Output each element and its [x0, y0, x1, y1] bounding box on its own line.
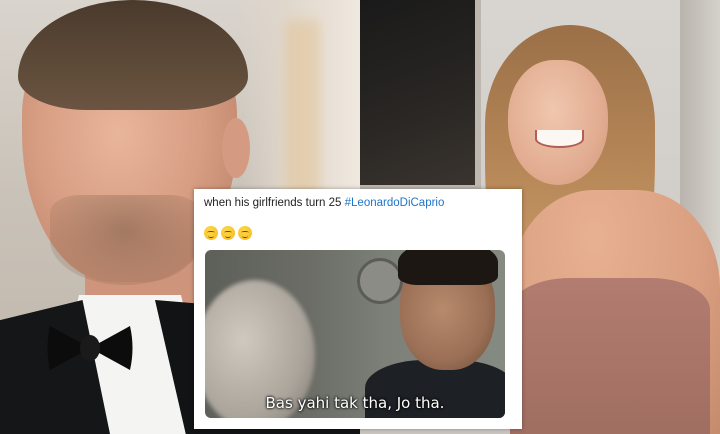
photo-collage: when his girlfriends turn 25 #LeonardoDi… — [0, 0, 720, 434]
woman-dress — [510, 278, 710, 434]
man-ear — [222, 118, 250, 178]
woman-smile — [535, 130, 584, 148]
tweet-hashtag[interactable]: #LeonardoDiCaprio — [345, 197, 445, 209]
man-hair — [18, 0, 248, 110]
tweet-body: when his girlfriends turn 25 — [204, 197, 342, 209]
wall-clock — [357, 258, 403, 304]
man-stubble — [50, 195, 200, 285]
emoji-row — [204, 226, 252, 240]
meme-caption: Bas yahi tak tha, Jo tha. — [265, 394, 445, 412]
grinning-sweat-emoji-icon — [221, 226, 235, 240]
tweet-card: when his girlfriends turn 25 #LeonardoDi… — [194, 189, 522, 429]
woman-face — [508, 60, 608, 185]
tweet-text: when his girlfriends turn 25 #LeonardoDi… — [204, 197, 444, 209]
bowtie-icon — [47, 326, 133, 370]
grinning-sweat-emoji-icon — [204, 226, 218, 240]
grinning-sweat-emoji-icon — [238, 226, 252, 240]
meme-video-still: Bas yahi tak tha, Jo tha. — [205, 250, 505, 418]
bearded-man-hair — [398, 250, 498, 285]
dark-picture-frame — [360, 0, 481, 191]
